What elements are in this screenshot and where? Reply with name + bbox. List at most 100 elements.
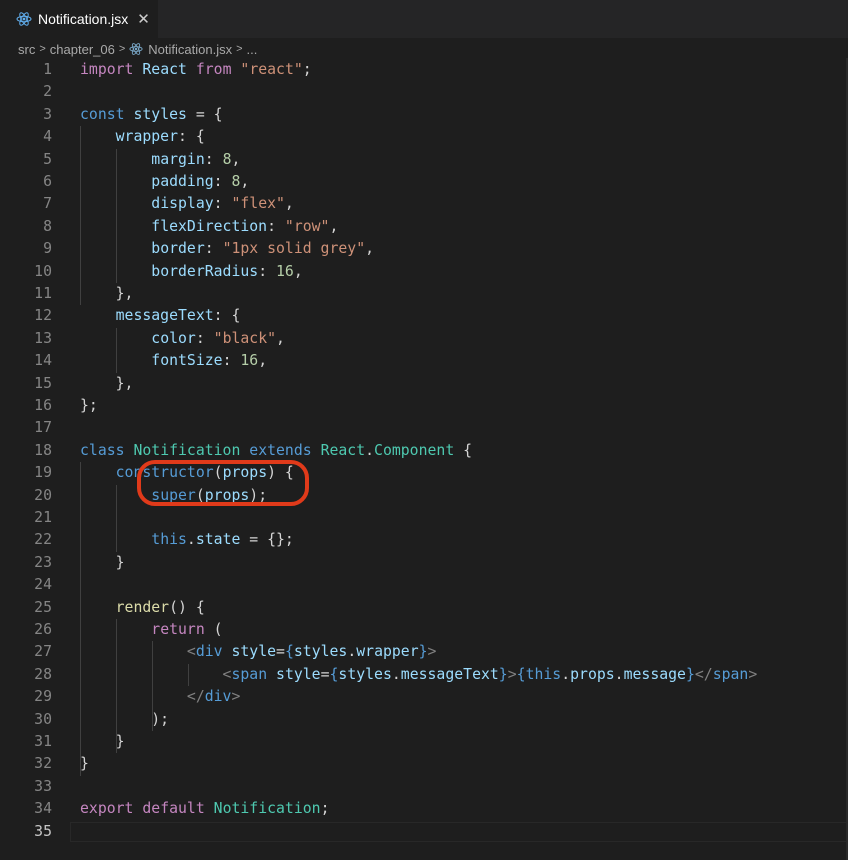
code-line[interactable]: 5 margin: 8,	[0, 149, 848, 171]
code-token: }	[80, 553, 125, 571]
code-line[interactable]: 29 </div>	[0, 686, 848, 708]
code-line[interactable]: 7 display: "flex",	[0, 193, 848, 215]
code-token: </	[694, 665, 713, 683]
code-token: =	[276, 643, 285, 661]
code-line[interactable]: 4 wrapper: {	[0, 126, 848, 148]
code-line[interactable]: 22 this.state = {};	[0, 529, 848, 551]
code-line[interactable]: 14 fontSize: 16,	[0, 350, 848, 372]
code-text: flexDirection: "row",	[80, 216, 338, 238]
breadcrumb-item-src[interactable]: src	[18, 42, 35, 57]
line-number: 28	[34, 665, 52, 683]
close-icon[interactable]: ✕	[137, 10, 150, 28]
code-token: .	[614, 665, 624, 683]
code-line[interactable]: 18 class Notification extends React.Compo…	[0, 440, 848, 462]
code-line[interactable]: 34 export default Notification;	[0, 798, 848, 820]
code-line[interactable]: 8 flexDirection: "row",	[0, 216, 848, 238]
code-token: }	[80, 755, 89, 773]
code-line[interactable]: 2	[0, 81, 848, 103]
code-token: ,	[231, 150, 241, 168]
code-text: border: "1px solid grey",	[80, 238, 374, 260]
code-editor[interactable]: 1 import React from "react"; 2 3 const style…	[0, 58, 848, 860]
code-line[interactable]: 3 const styles = {	[0, 104, 848, 126]
code-token: from	[195, 61, 232, 78]
code-token: div	[204, 688, 232, 706]
code-line[interactable]: 20 super(props);	[0, 485, 848, 507]
code-token: {	[454, 441, 473, 459]
code-line[interactable]: 27 <div style={styles.wrapper}>	[0, 641, 848, 663]
code-token: :	[204, 240, 223, 258]
code-token: {	[516, 665, 526, 683]
line-number: 33	[34, 777, 52, 795]
code-line[interactable]: 10 borderRadius: 16,	[0, 261, 848, 283]
line-number: 32	[34, 755, 52, 773]
code-text: color: "black",	[80, 328, 285, 350]
line-number: 3	[43, 105, 52, 123]
code-line[interactable]: 1 import React from "react";	[0, 59, 848, 81]
line-number: 27	[34, 643, 52, 661]
code-token: "1px solid grey"	[222, 240, 366, 258]
chevron-right-icon: >	[39, 43, 46, 55]
code-token: styles	[133, 105, 187, 123]
code-token: styles	[293, 643, 348, 661]
line-number: 31	[34, 733, 52, 750]
code-line[interactable]: 35	[0, 821, 848, 843]
code-line[interactable]: 12 messageText: {	[0, 305, 848, 327]
code-line[interactable]: 25 render() {	[0, 597, 848, 619]
code-line[interactable]: 28 <span style={styles.messageText}>{thi…	[0, 664, 848, 686]
code-text: display: "flex",	[80, 193, 294, 215]
code-line[interactable]: 6 padding: 8,	[0, 171, 848, 193]
code-token: Component	[374, 441, 455, 459]
code-line[interactable]: 26 return (	[0, 619, 848, 641]
code-text: );	[80, 709, 169, 731]
line-number: 34	[34, 800, 52, 818]
tab-notification-jsx[interactable]: Notification.jsx ✕	[0, 0, 158, 38]
code-line[interactable]: 9 border: "1px solid grey",	[0, 238, 848, 260]
code-line[interactable]: 21	[0, 507, 848, 529]
line-number: 19	[34, 464, 52, 482]
line-number: 29	[34, 688, 52, 706]
code-line[interactable]: 31 }	[0, 731, 848, 753]
code-text: margin: 8,	[80, 149, 240, 171]
code-token: ,	[240, 173, 250, 190]
code-token: },	[80, 285, 134, 302]
code-token: border	[151, 240, 205, 258]
code-line[interactable]: 19 constructor(props) {	[0, 462, 848, 484]
line-number: 6	[43, 173, 52, 190]
code-line[interactable]: 30 );	[0, 709, 848, 731]
code-token: };	[80, 397, 98, 414]
tab-label: Notification.jsx	[38, 11, 129, 27]
code-line[interactable]: 11 },	[0, 283, 848, 305]
code-token: :	[267, 217, 285, 235]
code-line[interactable]: 24	[0, 574, 848, 596]
breadcrumb-item-folder[interactable]: chapter_06	[50, 42, 115, 57]
code-token: "row"	[284, 217, 330, 235]
breadcrumb-item-file[interactable]: Notification.jsx	[148, 42, 232, 57]
code-token: (	[204, 621, 223, 638]
code-line[interactable]: 32}	[0, 753, 848, 775]
code-token: React	[320, 441, 366, 459]
code-token: Notification	[213, 800, 321, 818]
code-token: },	[80, 374, 134, 392]
code-line[interactable]: 33	[0, 776, 848, 798]
code-text: }	[80, 731, 125, 753]
code-token: wrapper	[356, 643, 419, 661]
code-line[interactable]: 15 },	[0, 373, 848, 395]
line-number: 35	[34, 822, 52, 840]
line-number: 15	[34, 374, 52, 392]
code-text: <div style={styles.wrapper}>	[80, 641, 437, 663]
code-token: "flex"	[231, 195, 285, 213]
code-token: div	[195, 643, 223, 661]
code-line[interactable]: 17	[0, 417, 848, 439]
code-line[interactable]: 23 }	[0, 552, 848, 574]
code-line[interactable]: 16};	[0, 395, 848, 417]
breadcrumb-item-symbol[interactable]: ...	[247, 42, 258, 57]
code-token: render	[115, 598, 170, 616]
code-token: 16	[276, 262, 294, 280]
code-token: }	[685, 665, 695, 683]
code-line[interactable]: 13 color: "black",	[0, 328, 848, 350]
code-token: ;	[302, 61, 312, 78]
